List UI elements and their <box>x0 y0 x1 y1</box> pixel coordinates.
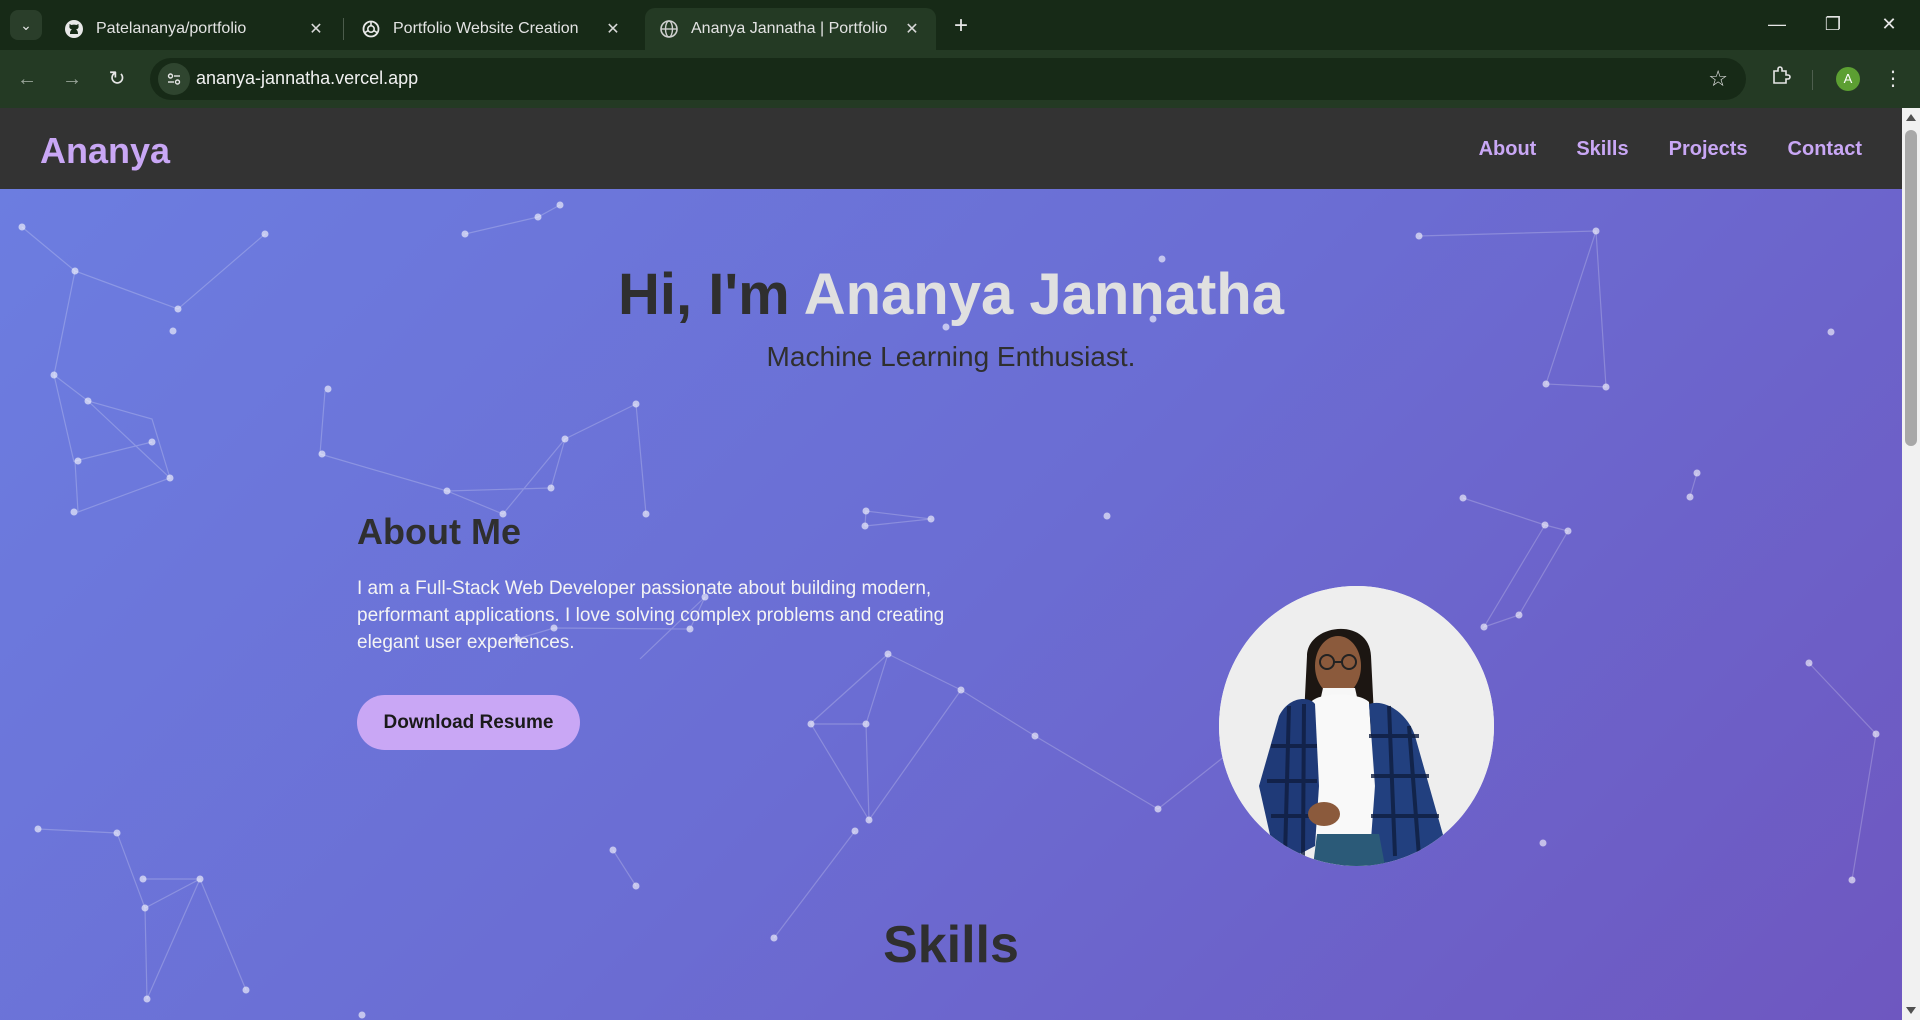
new-tab-button[interactable]: + <box>944 12 978 42</box>
window-close-button[interactable]: ✕ <box>1862 10 1916 40</box>
tab-portfolio[interactable]: Ananya Jannatha | Portfolio ✕ <box>645 8 936 50</box>
scroll-down-arrow-icon[interactable] <box>1906 1007 1916 1014</box>
tab-divider <box>343 18 344 40</box>
download-resume-button[interactable]: Download Resume <box>357 695 580 750</box>
close-icon[interactable]: ✕ <box>902 19 922 39</box>
nav-link-about[interactable]: About <box>1479 138 1537 161</box>
openai-icon <box>361 19 381 39</box>
extensions-icon[interactable] <box>1766 64 1796 94</box>
forward-button[interactable]: → <box>57 64 87 94</box>
tab-title: Ananya Jannatha | Portfolio <box>691 20 888 37</box>
hero-greeting: Hi, I'm <box>618 262 804 327</box>
nav-link-skills[interactable]: Skills <box>1576 138 1628 161</box>
hero-section: Hi, I'm Ananya Jannatha Machine Learning… <box>0 189 1902 1020</box>
about-description: I am a Full-Stack Web Developer passiona… <box>357 578 945 653</box>
nav-link-contact[interactable]: Contact <box>1788 138 1862 161</box>
hero-title: Hi, I'm Ananya Jannatha <box>0 261 1902 328</box>
scrollbar-thumb[interactable] <box>1905 130 1917 446</box>
close-icon[interactable]: ✕ <box>603 19 623 39</box>
reload-button[interactable]: ↻ <box>102 64 132 94</box>
skills-heading: Skills <box>883 916 1019 974</box>
tab-title: Portfolio Website Creation <box>393 20 579 37</box>
tab-search-button[interactable]: ⌄ <box>10 10 42 40</box>
browser-tab-strip: ⌄ Patelananya/portfolio ✕ Portfolio Webs… <box>0 0 1920 50</box>
url-text: ananya-jannatha.vercel.app <box>196 68 419 88</box>
tab-title: Patelananya/portfolio <box>96 20 247 37</box>
toolbar-divider <box>1812 70 1813 90</box>
site-header: Ananya About Skills Projects Contact <box>0 108 1902 189</box>
site-logo[interactable]: Ananya <box>40 130 170 172</box>
hero-subtitle: Machine Learning Enthusiast. <box>766 341 1136 372</box>
back-button[interactable]: ← <box>12 64 42 94</box>
globe-icon <box>659 19 679 39</box>
address-bar[interactable]: ananya-jannatha.vercel.app ☆ <box>150 58 1746 100</box>
scroll-up-arrow-icon[interactable] <box>1906 114 1916 121</box>
page-scrollbar[interactable] <box>1902 108 1920 1020</box>
restore-button[interactable]: ❐ <box>1806 10 1860 40</box>
minimize-button[interactable]: — <box>1750 10 1804 40</box>
github-icon <box>64 19 84 39</box>
web-page: Ananya About Skills Projects Contact Hi,… <box>0 108 1902 1020</box>
chevron-down-icon: ⌄ <box>20 16 32 33</box>
nav-link-projects[interactable]: Projects <box>1669 138 1748 161</box>
site-info-icon[interactable] <box>158 63 190 95</box>
tab-chatgpt[interactable]: Portfolio Website Creation ✕ <box>347 8 637 50</box>
profile-photo <box>1219 586 1494 866</box>
site-nav: About Skills Projects Contact <box>1479 138 1862 161</box>
bookmark-star-icon[interactable]: ☆ <box>1708 66 1728 92</box>
menu-kebab-icon[interactable]: ⋮ <box>1878 64 1908 94</box>
tab-github[interactable]: Patelananya/portfolio ✕ <box>50 8 340 50</box>
close-icon[interactable]: ✕ <box>306 19 326 39</box>
about-heading: About Me <box>357 511 521 552</box>
profile-avatar[interactable]: A <box>1836 67 1860 91</box>
browser-toolbar: ← → ↻ ananya-jannatha.vercel.app ☆ A ⋮ <box>0 50 1920 108</box>
hero-name: Ananya Jannatha <box>803 262 1284 327</box>
